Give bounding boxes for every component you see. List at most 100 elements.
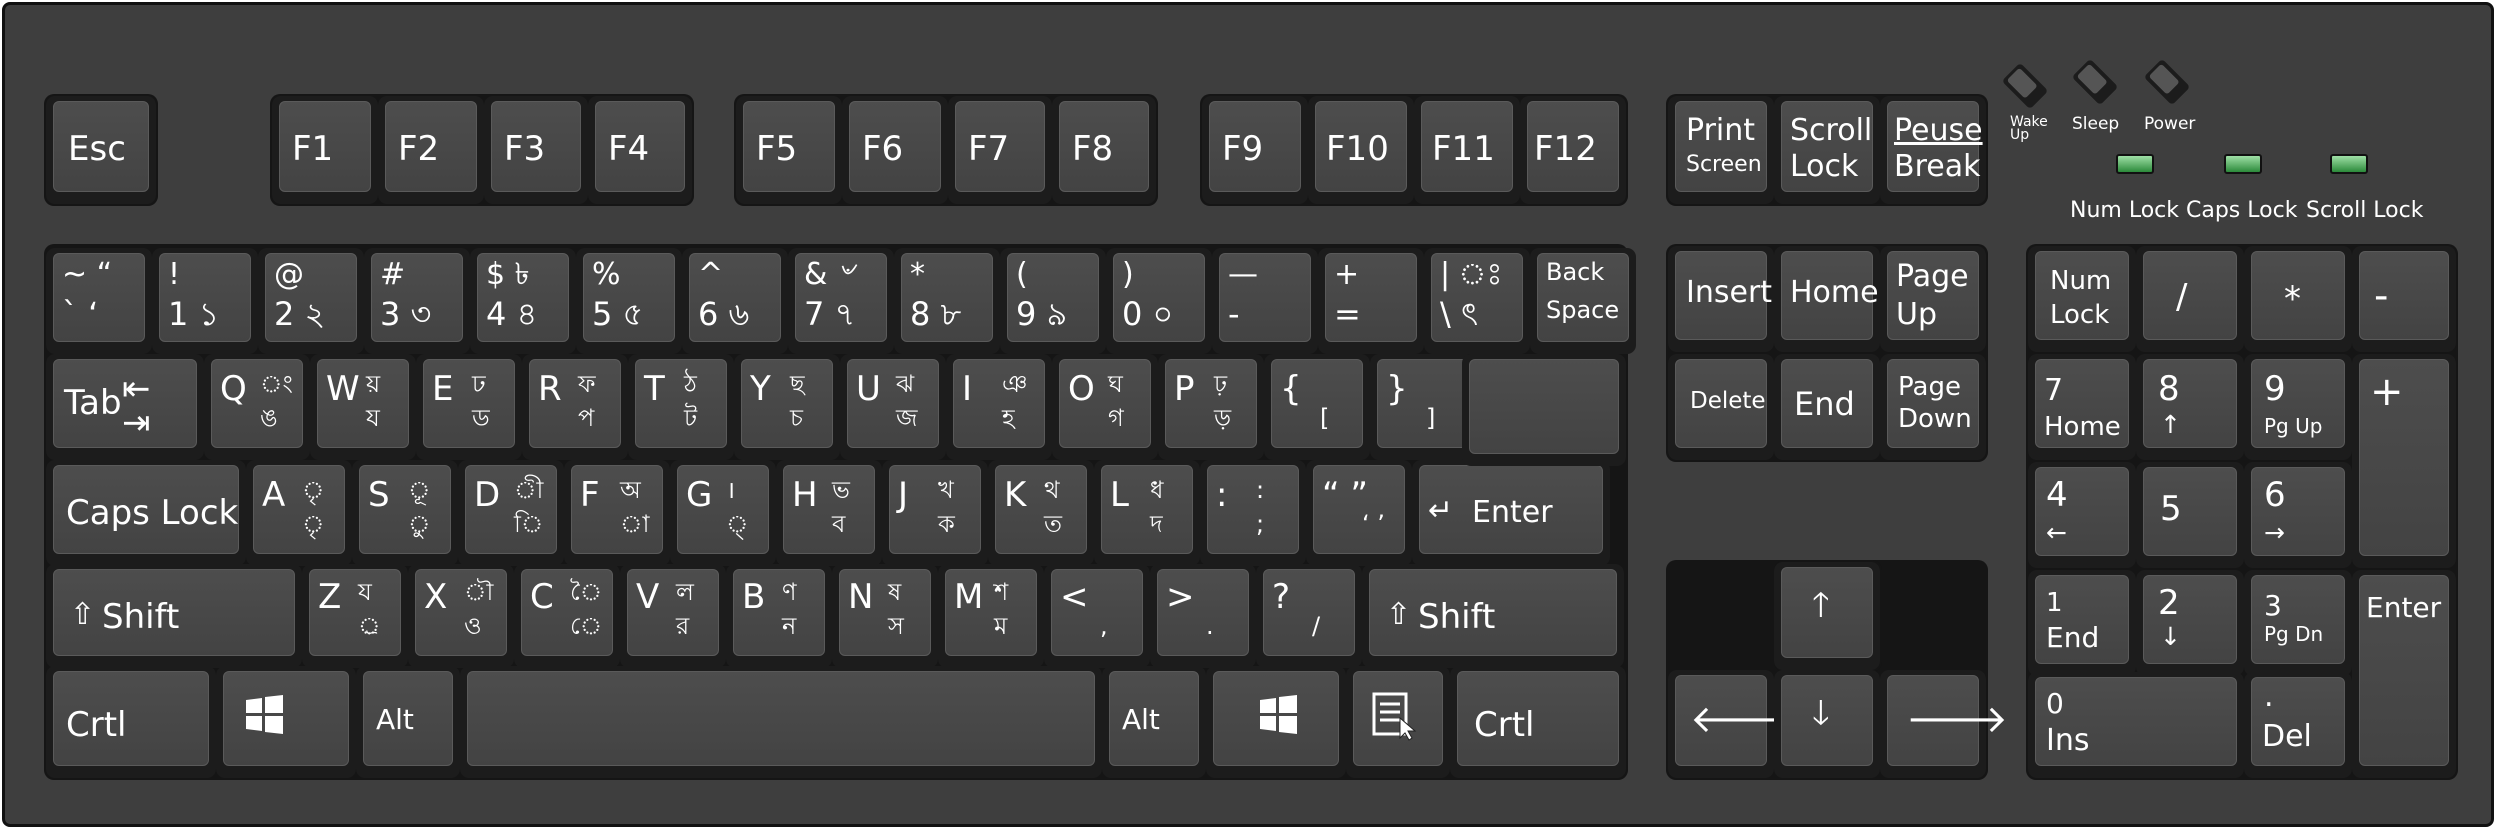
key-t[interactable]: Tঠট (628, 354, 734, 460)
arrow-right-key[interactable]: 🡒 (1880, 670, 2008, 778)
numpad-enter-key[interactable]: Enter (2352, 570, 2456, 778)
key-v[interactable]: Vলর (620, 564, 726, 668)
key-caps-lock[interactable]: Caps Lock (46, 460, 246, 566)
f7-key[interactable]: F7 (948, 96, 1052, 204)
numpad-minus-key[interactable]: - (2352, 246, 2456, 352)
key-r[interactable]: Rফপ (522, 354, 628, 460)
key-i[interactable]: I ঞহ (946, 354, 1052, 460)
delete-key[interactable]: Delete (1668, 354, 1774, 460)
key-enter[interactable]: ↵ Enter (1412, 460, 1610, 566)
key-s[interactable]: Sূু (352, 460, 458, 566)
f12-key[interactable]: F12 (1520, 96, 1626, 204)
numpad-divide-key[interactable]: / (2136, 246, 2244, 352)
scroll-lock-key[interactable]: Scroll Lock (1774, 96, 1880, 204)
arrow-up-key[interactable]: 🡑 (1774, 562, 1880, 670)
key-q[interactable]: Qং ঙ (204, 354, 310, 460)
numpad-0-key[interactable]: 0 Ins (2028, 672, 2244, 778)
key-z[interactable]: Z য্র (302, 564, 408, 668)
alt-left-key[interactable]: Alt (356, 666, 460, 778)
key-period[interactable]: >. (1150, 564, 1256, 668)
key-minus[interactable]: — - (1212, 248, 1318, 354)
key-quote[interactable]: “ ” ‘ ’ (1306, 460, 1412, 566)
insert-key[interactable]: Insert (1668, 246, 1774, 352)
key-backspace[interactable]: Back Space (1530, 248, 1636, 354)
f2-key[interactable]: F2 (378, 96, 484, 204)
key-6[interactable]: ^ 6 ৬ (682, 248, 788, 354)
f3-key[interactable]: F3 (484, 96, 588, 204)
key-y[interactable]: Yছচ (734, 354, 840, 460)
ctrl-right-key[interactable]: Crtl (1450, 666, 1626, 778)
key-equals[interactable]: + = (1318, 248, 1424, 354)
numpad-8-key[interactable]: 8 ↑ (2136, 354, 2244, 460)
key-3[interactable]: #3 ৩ (364, 248, 470, 354)
numpad-3-key[interactable]: 3 Pg Dn (2244, 570, 2352, 676)
key-enter-upper[interactable] (1462, 354, 1626, 466)
key-9[interactable]: (9 ৯ (1000, 248, 1106, 354)
numpad-4-key[interactable]: 4 ← (2028, 462, 2136, 568)
esc-key[interactable]: Esc (46, 96, 156, 204)
key-8[interactable]: * 8 ৮ (894, 248, 1000, 354)
key-shift-right[interactable]: ⇧ Shift (1362, 564, 1624, 668)
key-o[interactable]: Oঘগ (1052, 354, 1158, 460)
key-bracket-left[interactable]: {[ (1264, 354, 1370, 460)
numpad-7-key[interactable]: 7 Home (2028, 354, 2136, 460)
key-l[interactable]: Lধদ (1094, 460, 1200, 566)
key-7[interactable]: & ৺ 7 ৭ (788, 248, 894, 354)
key-a[interactable]: Aৃৃ (246, 460, 352, 566)
arrow-left-key[interactable]: 🡐 (1668, 670, 1792, 778)
home-key[interactable]: Home (1774, 246, 1880, 352)
numpad-num-lock-key[interactable]: Num Lock (2028, 246, 2136, 352)
key-m[interactable]: Mশম (938, 564, 1044, 668)
key-4[interactable]: $ ৳ 4 ৪ (470, 248, 576, 354)
key-1[interactable]: ! 1 ১ (152, 248, 258, 354)
key-shift-left[interactable]: ⇧ Shift (46, 564, 302, 668)
numpad-6-key[interactable]: 6 → (2244, 462, 2352, 568)
key-u[interactable]: Uঝজ (840, 354, 946, 460)
key-semicolon[interactable]: ::; (1200, 460, 1306, 566)
key-p[interactable]: P ঢ় ড় (1158, 354, 1264, 460)
spacebar-key[interactable] (460, 666, 1102, 778)
print-screen-key[interactable]: Print Screen (1668, 96, 1774, 204)
numpad-multiply-key[interactable]: * (2244, 246, 2352, 352)
key-b[interactable]: Bণন (726, 564, 832, 668)
menu-key[interactable] (1346, 666, 1450, 778)
numpad-decimal-key[interactable]: . Del (2244, 672, 2352, 778)
f9-key[interactable]: F9 (1202, 96, 1308, 204)
end-key[interactable]: End (1774, 354, 1880, 460)
key-0[interactable]: ) 0 ০ (1106, 248, 1212, 354)
key-g[interactable]: G ।্ (670, 460, 776, 566)
key-tab[interactable]: Tab ⇤ ⇥ (46, 354, 204, 460)
key-bracket-right[interactable]: }] (1370, 354, 1476, 460)
key-x[interactable]: Xৗ ও (408, 564, 514, 668)
key-slash[interactable]: ? / (1256, 564, 1362, 668)
key-n[interactable]: Nষস (832, 564, 938, 668)
key-w[interactable]: W য় য (310, 354, 416, 460)
key-2[interactable]: @2 ২ (258, 248, 364, 354)
key-h[interactable]: Hভব (776, 460, 882, 566)
pause-break-key[interactable]: Peuse Break (1880, 96, 1986, 204)
key-5[interactable]: % 5 ৫ (576, 248, 682, 354)
f8-key[interactable]: F8 (1052, 96, 1156, 204)
numpad-2-key[interactable]: 2 ↓ (2136, 570, 2244, 676)
key-d[interactable]: Dীি (458, 460, 564, 566)
numpad-plus-key[interactable]: + (2352, 354, 2456, 568)
windows-right-key[interactable] (1206, 666, 1346, 778)
page-up-key[interactable]: Page Up (1880, 246, 1986, 352)
key-j[interactable]: J খক (882, 460, 988, 566)
key-e[interactable]: Eঢড (416, 354, 522, 460)
f10-key[interactable]: F10 (1308, 96, 1414, 204)
key-c[interactable]: Cৈে (514, 564, 620, 668)
numpad-9-key[interactable]: 9 Pg Up (2244, 354, 2352, 460)
arrow-down-key[interactable]: 🡓 (1774, 670, 1880, 778)
ctrl-left-key[interactable]: Crtl (46, 666, 216, 778)
numpad-1-key[interactable]: 1 End (2028, 570, 2136, 676)
key-f[interactable]: F অা (564, 460, 670, 566)
f1-key[interactable]: F1 (272, 96, 378, 204)
key-k[interactable]: Kথত (988, 460, 1094, 566)
alt-right-key[interactable]: Alt (1102, 666, 1206, 778)
key-comma[interactable]: <, (1044, 564, 1150, 668)
windows-left-key[interactable] (216, 666, 356, 778)
f4-key[interactable]: F4 (588, 96, 692, 204)
page-down-key[interactable]: Page Down (1880, 354, 1986, 460)
numpad-5-key[interactable]: 5 (2136, 462, 2244, 568)
